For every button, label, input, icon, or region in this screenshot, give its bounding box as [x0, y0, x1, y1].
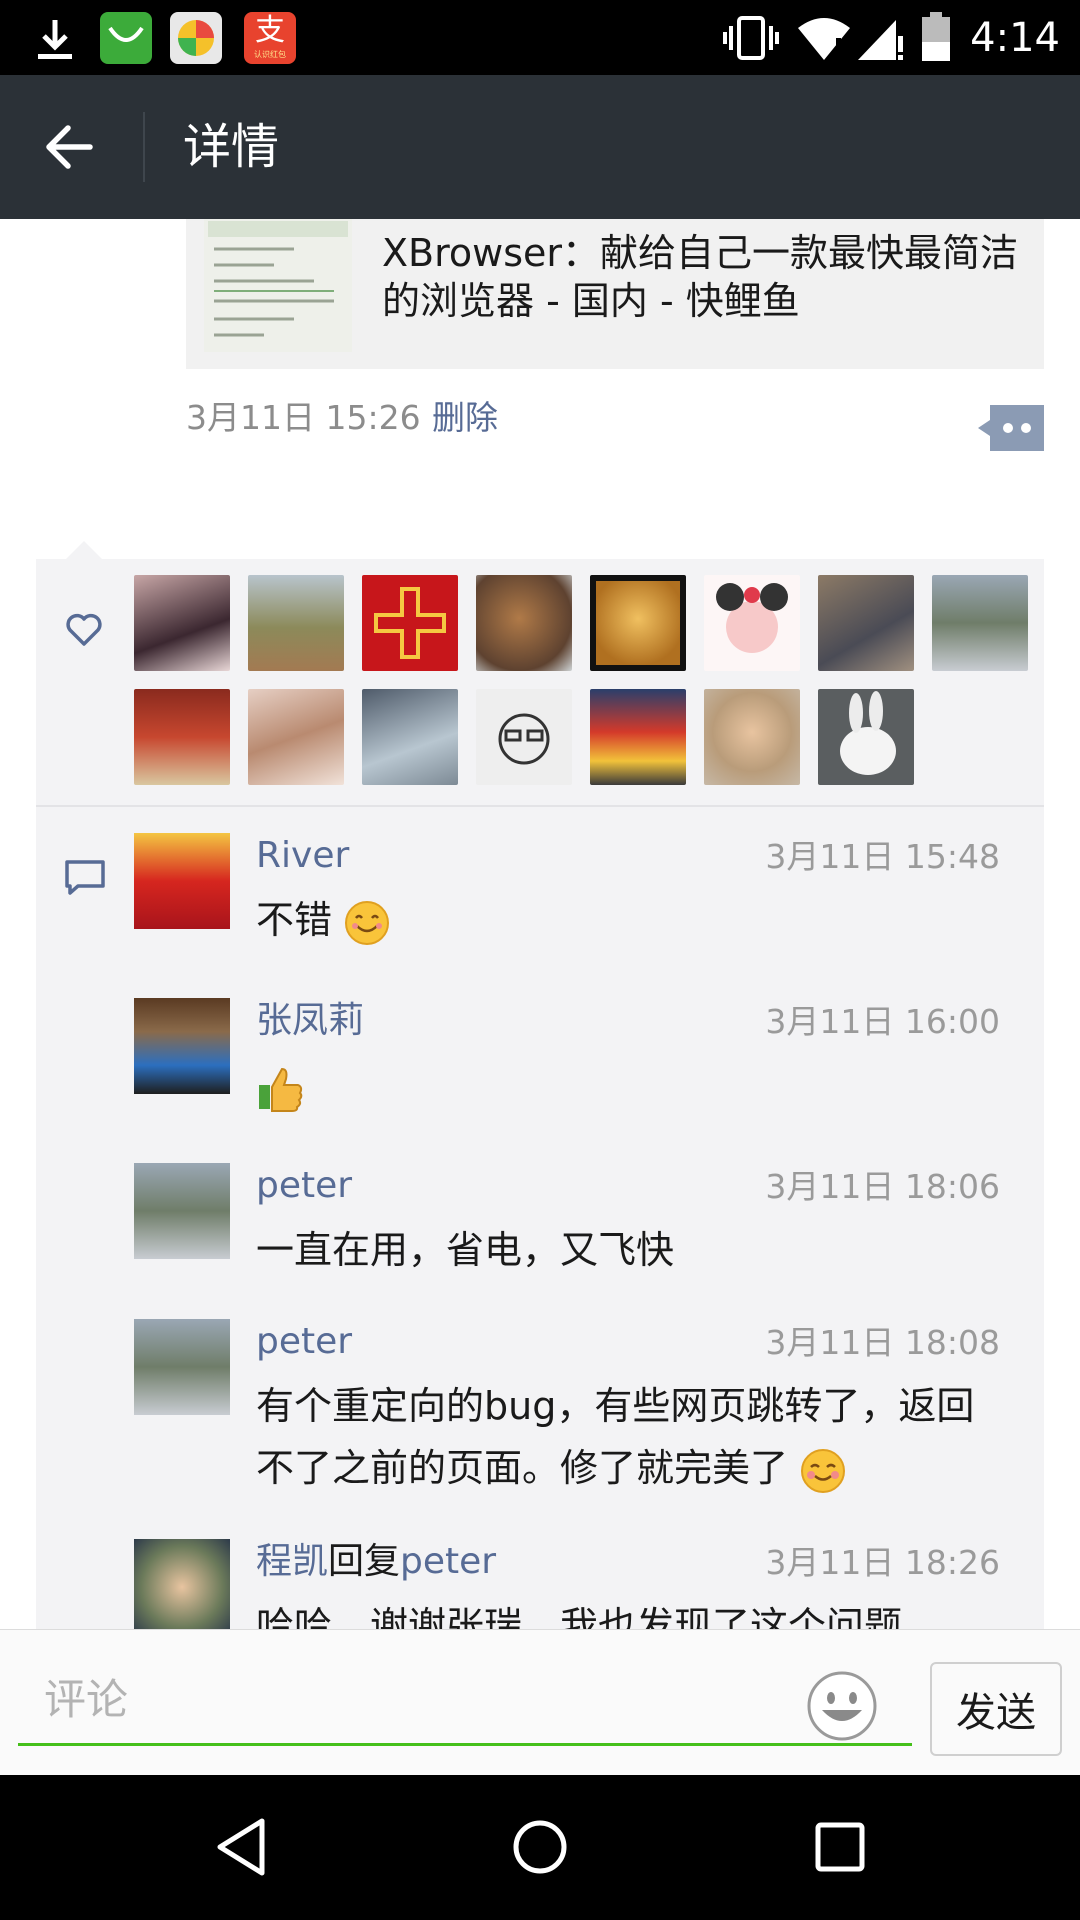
comment-item[interactable]: peter 3月11日 18:06 一直在用，省电，又飞快 [134, 1163, 1014, 1283]
nav-home-icon[interactable] [490, 1797, 590, 1897]
nav-back-icon[interactable] [190, 1797, 290, 1897]
comment-author[interactable]: peter [256, 1163, 352, 1209]
comment-author[interactable]: peter [256, 1319, 352, 1365]
comment-text [256, 1054, 1006, 1116]
avatar[interactable] [134, 1163, 230, 1259]
wifi-icon [798, 18, 850, 60]
comment-more-icon[interactable] [978, 405, 1044, 451]
status-time: 4:14 [970, 15, 1060, 61]
comment-text: 哈哈，谢谢张瑞，我也发现了这个问题。 [256, 1604, 941, 1629]
comment-author[interactable]: 程凯 [256, 1541, 328, 1582]
page-title: 详情 [183, 119, 280, 175]
smiley-icon[interactable] [806, 1670, 878, 1742]
status-bar: 支 认识红包 4:14 [0, 0, 1080, 75]
comment-item[interactable]: peter 3月11日 18:08 有个重定向的bug，有些网页跳转了，返回不了… [134, 1319, 1014, 1499]
comment-text-content: 不错 [256, 898, 333, 942]
alipay-caption: 认识红包 [254, 50, 286, 59]
navigation-bar [0, 1775, 1080, 1920]
comment-text: 不错 [256, 889, 1006, 951]
liker-avatar[interactable] [248, 575, 344, 671]
heart-outline-icon [66, 613, 102, 646]
reply-word: 回复 [328, 1541, 401, 1582]
comment-time: 3月11日 18:06 [765, 1167, 1000, 1206]
comment-item[interactable]: 张凤莉 3月11日 16:00 [134, 998, 1014, 1118]
liker-avatar[interactable] [590, 689, 686, 785]
link-title: XBrowser：献给自己一款最快最简洁的浏览器 - 国内 - 快鲤鱼 [382, 231, 1019, 323]
delete-button[interactable]: 删除 [432, 395, 498, 441]
blush-emoji [801, 1448, 846, 1493]
shopping-app-icon [100, 12, 152, 64]
download-icon [38, 20, 72, 59]
liker-avatar[interactable] [818, 575, 914, 671]
liker-avatar[interactable] [590, 575, 686, 671]
smile-emoji [345, 900, 390, 945]
liker-avatar[interactable] [818, 689, 914, 785]
comment-item[interactable]: River 3月11日 15:48 不错 [134, 833, 1014, 953]
comment-time: 3月11日 18:26 [765, 1543, 1000, 1582]
liker-avatar[interactable] [134, 575, 230, 671]
likes-divider [36, 805, 1044, 807]
comment-time: 3月11日 15:48 [765, 837, 1000, 876]
comment-text: 一直在用，省电，又飞快 [256, 1228, 675, 1272]
alipay-icon: 支 认识红包 [244, 12, 296, 64]
alipay-badge-text: 支 [255, 13, 285, 48]
comment-item[interactable]: 程凯回复peter 3月11日 18:26 哈哈，谢谢张瑞，我也发现了这个问题。 [134, 1539, 1014, 1629]
arrow-left-icon[interactable] [40, 117, 100, 177]
comment-text: 有个重定向的bug，有些网页跳转了，返回不了之前的页面。修了就完美了 [256, 1375, 1006, 1499]
comment-text-content: 有个重定向的bug，有些网页跳转了，返回不了之前的页面。修了就完美了 [256, 1384, 975, 1490]
comment-author[interactable]: 张凤莉 [256, 998, 364, 1044]
comment-time: 3月11日 18:08 [765, 1323, 1000, 1362]
liker-avatar[interactable] [704, 689, 800, 785]
interaction-panel: River 3月11日 15:48 不错 张凤莉 3月11日 16:00 pet… [36, 541, 1044, 1629]
post-time: 3月11日 15:26 [186, 398, 421, 437]
panel-pointer [66, 541, 102, 559]
shared-link-card[interactable]: XBrowser：献给自己一款最快最简洁的浏览器 - 国内 - 快鲤鱼 [186, 219, 1044, 369]
signal-icon [858, 20, 903, 60]
thumbs-up-emoji [259, 1067, 303, 1112]
liker-avatar[interactable] [704, 575, 800, 671]
game-center-icon [170, 12, 222, 64]
avatar[interactable] [134, 998, 230, 1094]
avatar[interactable] [134, 1319, 230, 1415]
avatar[interactable] [134, 833, 230, 929]
battery-icon [922, 12, 950, 61]
header-divider [143, 112, 145, 182]
avatar[interactable] [134, 1539, 230, 1629]
send-button[interactable]: 发送 [930, 1662, 1062, 1756]
liker-avatar[interactable] [362, 575, 458, 671]
liker-avatar[interactable] [476, 689, 572, 785]
liker-avatar[interactable] [248, 689, 344, 785]
reply-to-author[interactable]: peter [400, 1541, 496, 1582]
liker-avatar[interactable] [476, 575, 572, 671]
liker-avatar[interactable] [932, 575, 1028, 671]
comment-bubble-icon [65, 860, 105, 895]
link-thumbnail [204, 219, 352, 352]
liker-avatar[interactable] [134, 689, 230, 785]
comment-input-bar: 发送 [0, 1629, 1080, 1776]
comment-author[interactable]: River [256, 833, 349, 879]
liker-avatar[interactable] [362, 689, 458, 785]
moment-detail: XBrowser：献给自己一款最快最简洁的浏览器 - 国内 - 快鲤鱼 3月11… [0, 219, 1080, 1629]
comment-author-line: 程凯回复peter [256, 1539, 496, 1585]
comment-time: 3月11日 16:00 [765, 1002, 1000, 1041]
nav-recents-icon[interactable] [790, 1797, 890, 1897]
comment-input[interactable] [18, 1656, 912, 1746]
vibrate-icon [723, 16, 779, 60]
action-bar: 详情 [0, 75, 1080, 219]
